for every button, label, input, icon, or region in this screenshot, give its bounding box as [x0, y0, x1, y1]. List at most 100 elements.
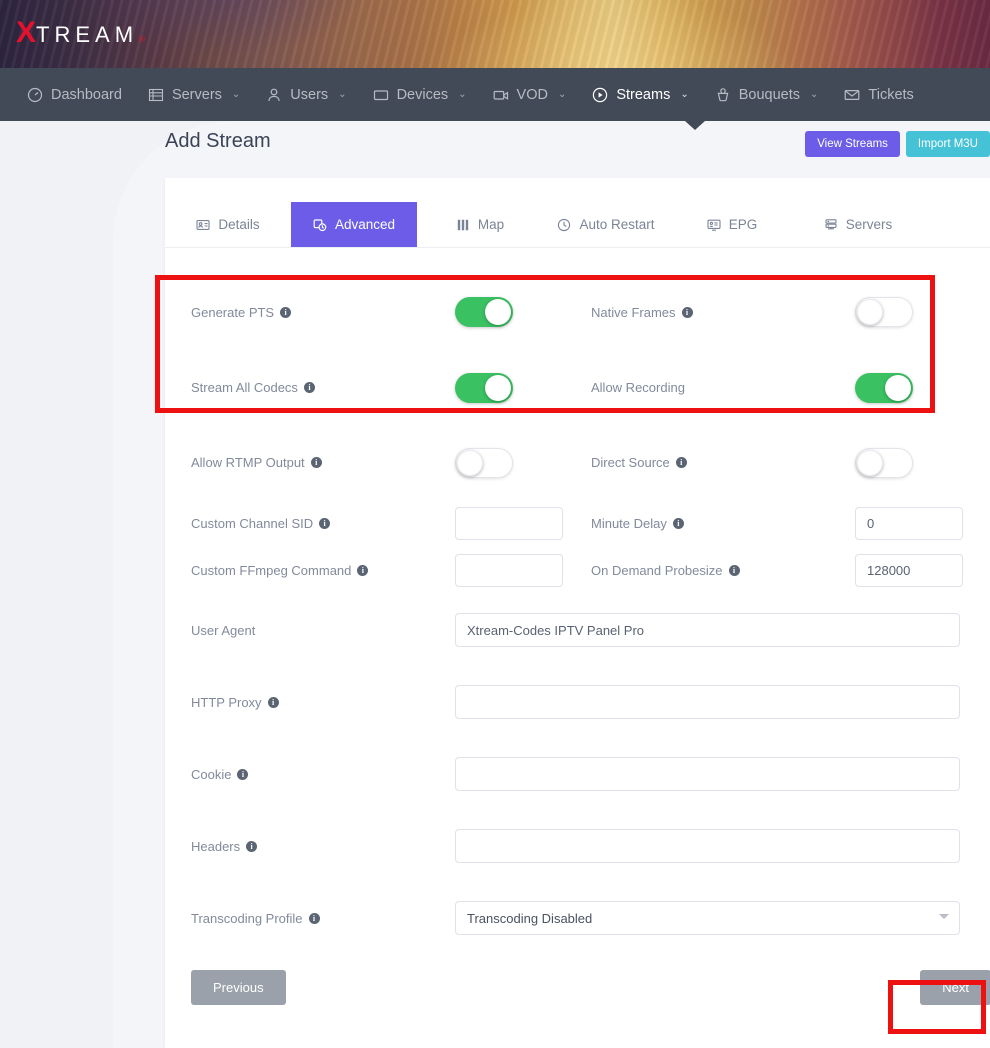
info-icon[interactable]: i — [309, 913, 320, 924]
nav-label: Servers — [172, 87, 222, 103]
cookie-input[interactable] — [455, 757, 960, 791]
info-icon[interactable]: i — [673, 518, 684, 529]
info-icon[interactable]: i — [268, 697, 279, 708]
logo-x-mark: X — [16, 18, 35, 48]
nav-label: VOD — [517, 87, 548, 103]
nav-item-servers[interactable]: Servers ⌄ — [135, 68, 253, 121]
nav-item-dashboard[interactable]: Dashboard — [14, 68, 135, 121]
main-navigation: Dashboard Servers ⌄ Users ⌄ Devices ⌄ VO… — [0, 68, 990, 121]
form-row-http-proxy: HTTP Proxy i — [191, 666, 990, 738]
transcoding-profile-value: Transcoding Disabled — [467, 911, 592, 926]
on-demand-probesize-label: On Demand Probesize i — [591, 563, 855, 578]
play-circle-icon — [592, 87, 608, 103]
envelope-icon — [844, 87, 860, 103]
field-generate-pts: Generate PTS i — [191, 297, 591, 327]
info-icon[interactable]: i — [682, 307, 693, 318]
info-icon[interactable]: i — [237, 769, 248, 780]
chevron-down-icon: ⌄ — [810, 89, 818, 100]
nav-item-users[interactable]: Users ⌄ — [253, 68, 359, 121]
sliders-icon — [313, 218, 327, 232]
tab-auto-restart[interactable]: Auto Restart — [543, 202, 669, 247]
label-text: Custom FFmpeg Command — [191, 563, 351, 578]
form-row-headers: Headers i — [191, 810, 990, 882]
tab-label: Details — [218, 217, 259, 232]
epg-icon — [707, 218, 721, 232]
tab-details[interactable]: Details — [165, 202, 291, 247]
tab-label: Advanced — [335, 217, 395, 232]
stream-all-codecs-toggle[interactable] — [455, 373, 513, 403]
import-m3u-button[interactable]: Import M3U — [906, 131, 990, 157]
view-streams-button[interactable]: View Streams — [805, 131, 900, 157]
form-row-pts: Generate PTS i Native Frames i — [191, 274, 990, 350]
field-custom-ffmpeg-command: Custom FFmpeg Command i — [191, 554, 591, 587]
native-frames-toggle[interactable] — [855, 297, 913, 327]
info-icon[interactable]: i — [676, 457, 687, 468]
info-icon[interactable]: i — [319, 518, 330, 529]
transcoding-profile-label: Transcoding Profile i — [191, 911, 455, 926]
on-demand-probesize-input[interactable] — [855, 554, 963, 587]
nav-item-devices[interactable]: Devices ⌄ — [360, 68, 480, 121]
tab-label: Servers — [846, 217, 893, 232]
form-row-sid-delay: Custom Channel SID i Minute Delay i — [191, 500, 990, 547]
stream-all-codecs-label: Stream All Codecs i — [191, 380, 455, 395]
custom-ffmpeg-command-label: Custom FFmpeg Command i — [191, 563, 455, 578]
clock-icon — [557, 218, 571, 232]
chevron-down-icon: ⌄ — [680, 89, 688, 100]
allow-recording-toggle[interactable] — [855, 373, 913, 403]
allow-recording-label: Allow Recording — [591, 380, 855, 395]
toggle-knob — [885, 375, 911, 401]
gauge-icon — [27, 87, 43, 103]
info-icon[interactable]: i — [304, 382, 315, 393]
generate-pts-toggle[interactable] — [455, 297, 513, 327]
custom-ffmpeg-command-input[interactable] — [455, 554, 563, 587]
label-text: Minute Delay — [591, 516, 667, 531]
label-text: Custom Channel SID — [191, 516, 313, 531]
allow-rtmp-output-toggle[interactable] — [455, 448, 513, 478]
tab-epg[interactable]: EPG — [669, 202, 795, 247]
native-frames-label: Native Frames i — [591, 305, 855, 320]
label-text: Direct Source — [591, 455, 670, 470]
nav-item-vod[interactable]: VOD ⌄ — [480, 68, 580, 121]
http-proxy-label: HTTP Proxy i — [191, 695, 455, 710]
tab-map[interactable]: Map — [417, 202, 543, 247]
nav-item-tickets[interactable]: Tickets — [831, 68, 926, 121]
label-text: User Agent — [191, 623, 255, 638]
server-icon — [824, 218, 838, 232]
logo-trademark-icon: ® — [139, 35, 145, 44]
headers-label: Headers i — [191, 839, 455, 854]
custom-channel-sid-label: Custom Channel SID i — [191, 516, 455, 531]
custom-channel-sid-input[interactable] — [455, 507, 563, 540]
nav-item-bouquets[interactable]: Bouquets ⌄ — [702, 68, 832, 121]
minute-delay-input[interactable] — [855, 507, 963, 540]
info-icon[interactable]: i — [357, 565, 368, 576]
logo-wordmark: TREAM — [36, 24, 138, 46]
form-row-cookie: Cookie i — [191, 738, 990, 810]
info-icon[interactable]: i — [246, 841, 257, 852]
chevron-down-icon — [939, 914, 949, 919]
previous-button[interactable]: Previous — [191, 970, 286, 1005]
field-allow-recording: Allow Recording — [591, 373, 990, 403]
next-button[interactable]: Next — [920, 970, 990, 1005]
info-icon[interactable]: i — [311, 457, 322, 468]
field-custom-channel-sid: Custom Channel SID i — [191, 507, 591, 540]
label-text: Stream All Codecs — [191, 380, 298, 395]
info-icon[interactable]: i — [280, 307, 291, 318]
nav-label: Devices — [397, 87, 449, 103]
toggle-knob — [857, 299, 883, 325]
xtream-logo[interactable]: X TREAM ® — [16, 18, 145, 48]
tab-servers[interactable]: Servers — [795, 202, 921, 247]
headers-input[interactable] — [455, 829, 960, 863]
label-text: Generate PTS — [191, 305, 274, 320]
stream-tabs: Details Advanced Map Auto Restart EPG Se… — [165, 202, 990, 248]
direct-source-toggle[interactable] — [855, 448, 913, 478]
brand-banner: X TREAM ® — [0, 0, 990, 68]
info-icon[interactable]: i — [729, 565, 740, 576]
form-row-rtmp: Allow RTMP Output i Direct Source i — [191, 425, 990, 500]
transcoding-profile-select-wrap: Transcoding Disabled — [455, 901, 960, 935]
tab-advanced[interactable]: Advanced — [291, 202, 417, 247]
nav-item-streams[interactable]: Streams ⌄ — [579, 68, 701, 121]
transcoding-profile-select[interactable]: Transcoding Disabled — [455, 901, 960, 935]
user-agent-input[interactable] — [455, 613, 960, 647]
label-text: Allow Recording — [591, 380, 685, 395]
http-proxy-input[interactable] — [455, 685, 960, 719]
